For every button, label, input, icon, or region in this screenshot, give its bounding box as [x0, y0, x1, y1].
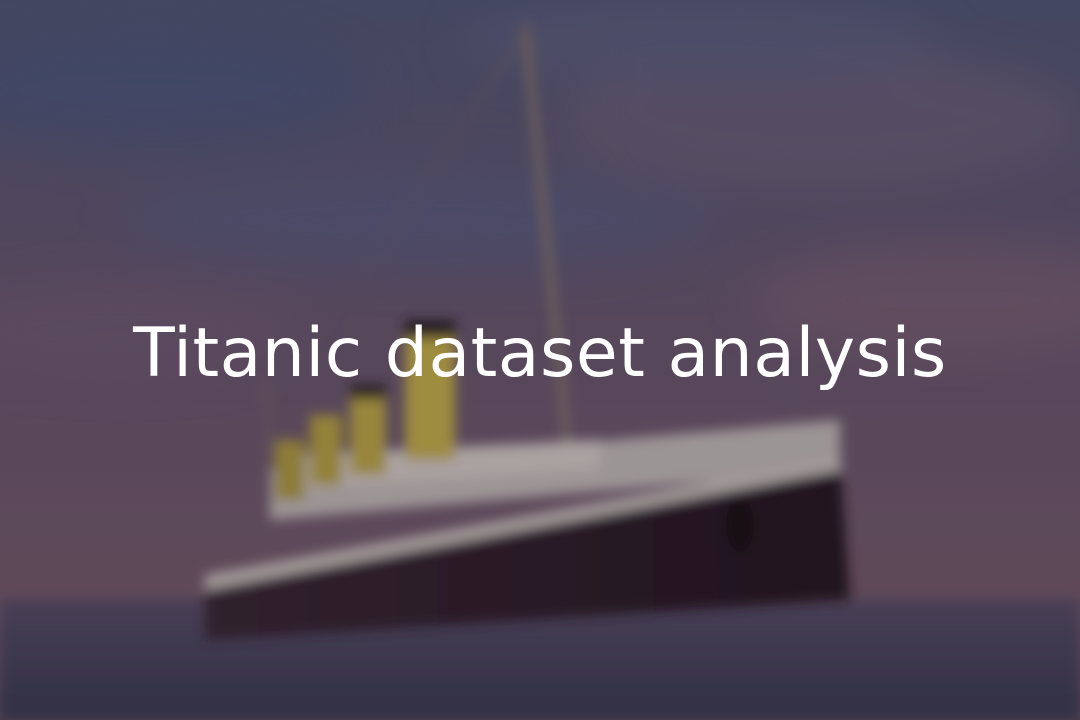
hero-banner: Titanic dataset analysis [0, 0, 1080, 720]
page-title: Titanic dataset analysis [133, 314, 947, 393]
